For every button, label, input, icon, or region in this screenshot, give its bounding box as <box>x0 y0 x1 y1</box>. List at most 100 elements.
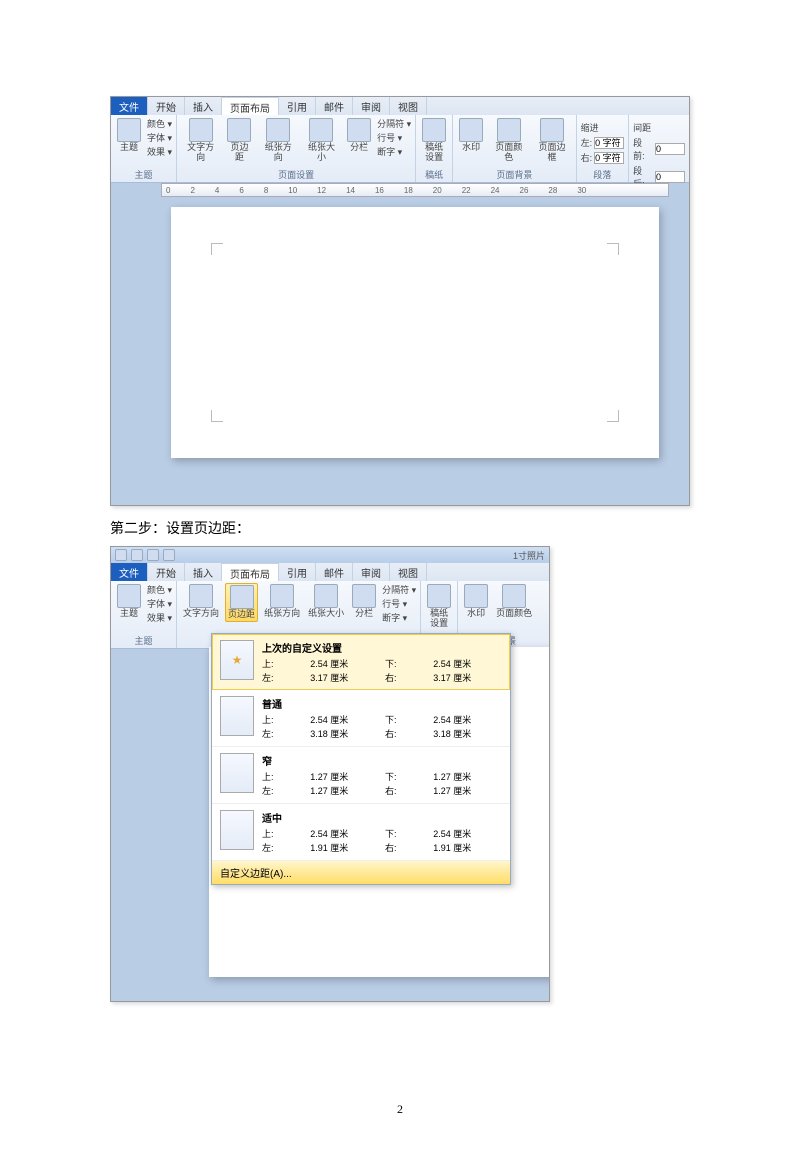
preset-thumb-icon <box>220 810 254 850</box>
page-border-icon <box>540 118 564 142</box>
tab-insert[interactable]: 插入 <box>185 97 222 115</box>
themes-button[interactable]: 主题 <box>115 117 143 154</box>
preset-thumb-icon <box>220 696 254 736</box>
tab-mail-2[interactable]: 邮件 <box>316 563 353 581</box>
hyphenation-button-2[interactable]: 断字 ▾ <box>382 611 416 624</box>
margins-preset-last-custom[interactable]: 上次的自定义设置 上:2.54 厘米下:2.54 厘米 左:3.17 厘米右:3… <box>212 634 510 690</box>
columns-icon <box>347 118 371 142</box>
orientation-button-2[interactable]: 纸张方向 <box>262 583 302 620</box>
tab-home[interactable]: 开始 <box>148 97 185 115</box>
tab-layout-2[interactable]: 页面布局 <box>222 563 279 581</box>
theme-colors-2[interactable]: 颜色 ▾ <box>147 583 172 596</box>
margins-icon <box>227 118 251 142</box>
page-color-icon <box>497 118 521 142</box>
themes-icon <box>117 118 141 142</box>
text-direction-button-2[interactable]: 文字方向 <box>181 583 221 620</box>
margin-mark-br <box>607 410 619 422</box>
margins-preset-normal[interactable]: 普通 上:2.54 厘米下:2.54 厘米 左:3.18 厘米右:3.18 厘米 <box>212 690 510 747</box>
group-manuscript: 稿纸 设置 稿纸 <box>416 115 453 182</box>
orientation-button[interactable]: 纸张方向 <box>259 117 298 164</box>
paper-size-button[interactable]: 纸张大小 <box>302 117 341 164</box>
watermark-button-2[interactable]: 水印 <box>462 583 490 620</box>
step-text: 第二步：设置页边距： <box>110 518 690 538</box>
text-direction-icon <box>189 118 213 142</box>
themes-icon-2 <box>117 584 141 608</box>
tab-reference[interactable]: 引用 <box>279 97 316 115</box>
theme-effects-2[interactable]: 效果 ▾ <box>147 611 172 624</box>
spacing-before[interactable]: 段前: <box>633 136 685 162</box>
breaks-button[interactable]: 分隔符 ▾ <box>377 117 411 130</box>
horizontal-ruler[interactable]: 024681012141618202224262830 <box>161 183 669 197</box>
tab-reference-2[interactable]: 引用 <box>279 563 316 581</box>
line-numbers-button[interactable]: 行号 ▾ <box>377 131 411 144</box>
indent-left[interactable]: 左: <box>581 136 625 149</box>
theme-fonts[interactable]: 字体 ▾ <box>147 131 172 144</box>
watermark-button[interactable]: 水印 <box>457 117 485 154</box>
paper-size-button-2[interactable]: 纸张大小 <box>306 583 346 620</box>
undo-icon[interactable] <box>147 549 159 561</box>
columns-button-2[interactable]: 分栏 <box>350 583 378 620</box>
theme-effects[interactable]: 效果 ▾ <box>147 145 172 158</box>
group-theme: 主题 颜色 ▾ 字体 ▾ 效果 ▾ 主题 <box>111 115 177 182</box>
tab-layout[interactable]: 页面布局 <box>222 97 279 115</box>
margins-gallery-dropdown: 上次的自定义设置 上:2.54 厘米下:2.54 厘米 左:3.17 厘米右:3… <box>211 633 511 885</box>
group-indent: 缩进 左: 右: 段落 <box>577 115 630 182</box>
group-theme-2: 主题 颜色 ▾ 字体 ▾ 效果 ▾ 主题 <box>111 581 177 648</box>
theme-fonts-2[interactable]: 字体 ▾ <box>147 597 172 610</box>
tab-insert-2[interactable]: 插入 <box>185 563 222 581</box>
manuscript-button-2[interactable]: 稿纸 设置 <box>425 583 453 630</box>
line-numbers-button-2[interactable]: 行号 ▾ <box>382 597 416 610</box>
page-border-button[interactable]: 页面边框 <box>532 117 571 164</box>
tab-file[interactable]: 文件 <box>111 97 148 115</box>
tab-review-2[interactable]: 审阅 <box>353 563 390 581</box>
margins-icon-2 <box>230 585 254 609</box>
breaks-button-2[interactable]: 分隔符 ▾ <box>382 583 416 596</box>
tab-review[interactable]: 审阅 <box>353 97 390 115</box>
orientation-icon-2 <box>270 584 294 608</box>
margins-button[interactable]: 页边距 <box>224 117 254 164</box>
margin-mark-tl <box>211 243 223 255</box>
indent-left-input[interactable] <box>594 137 624 149</box>
screenshot-margins-dropdown: 1寸照片 文件 开始 插入 页面布局 引用 邮件 审阅 视图 主题 颜色 ▾ 字… <box>110 546 550 1002</box>
save-icon[interactable] <box>131 549 143 561</box>
margin-mark-bl <box>211 410 223 422</box>
page-number: 2 <box>110 1102 690 1117</box>
custom-margins-button[interactable]: 自定义边距(A)... <box>212 861 510 884</box>
margins-preset-narrow[interactable]: 窄 上:1.27 厘米下:1.27 厘米 左:1.27 厘米右:1.27 厘米 <box>212 747 510 804</box>
redo-icon[interactable] <box>163 549 175 561</box>
text-direction-icon-2 <box>189 584 213 608</box>
tab-home-2[interactable]: 开始 <box>148 563 185 581</box>
group-page-background: 水印 页面颜色 页面边框 页面背景 <box>453 115 577 182</box>
preset-thumb-star-icon <box>220 640 254 680</box>
indent-right-input[interactable] <box>594 152 624 164</box>
ribbon-tabs-2: 文件 开始 插入 页面布局 引用 邮件 审阅 视图 <box>111 563 549 581</box>
margin-mark-tr <box>607 243 619 255</box>
page-color-icon-2 <box>502 584 526 608</box>
margins-button-active[interactable]: 页边距 <box>225 583 258 622</box>
page-color-button[interactable]: 页面颜色 <box>489 117 528 164</box>
document-workarea: 024681012141618202224262830 <box>111 183 689 505</box>
columns-button[interactable]: 分栏 <box>345 117 373 154</box>
paper-size-icon-2 <box>314 584 338 608</box>
page-color-button-2[interactable]: 页面颜色 <box>494 583 534 620</box>
group-spacing: 间距 段前: 段后: <box>629 115 689 182</box>
hyphenation-button[interactable]: 断字 ▾ <box>377 145 411 158</box>
indent-right[interactable]: 右: <box>581 151 625 164</box>
watermark-icon <box>459 118 483 142</box>
themes-button-2[interactable]: 主题 <box>115 583 143 620</box>
manuscript-icon <box>422 118 446 142</box>
tab-view-2[interactable]: 视图 <box>390 563 427 581</box>
text-direction-button[interactable]: 文字方向 <box>181 117 220 164</box>
tab-file-2[interactable]: 文件 <box>111 563 148 581</box>
manuscript-button[interactable]: 稿纸 设置 <box>420 117 448 164</box>
spacing-after-input[interactable] <box>655 171 685 183</box>
spacing-before-input[interactable] <box>655 143 685 155</box>
quick-access-toolbar: 1寸照片 <box>111 547 549 563</box>
ribbon: 主题 颜色 ▾ 字体 ▾ 效果 ▾ 主题 文字方向 页边距 纸张方向 纸张大小 … <box>111 115 689 183</box>
theme-sublist: 颜色 ▾ 字体 ▾ 效果 ▾ <box>147 117 172 158</box>
theme-colors[interactable]: 颜色 ▾ <box>147 117 172 130</box>
margins-preset-moderate[interactable]: 适中 上:2.54 厘米下:2.54 厘米 左:1.91 厘米右:1.91 厘米 <box>212 804 510 861</box>
tab-view[interactable]: 视图 <box>390 97 427 115</box>
tab-mail[interactable]: 邮件 <box>316 97 353 115</box>
document-page[interactable] <box>171 207 659 458</box>
